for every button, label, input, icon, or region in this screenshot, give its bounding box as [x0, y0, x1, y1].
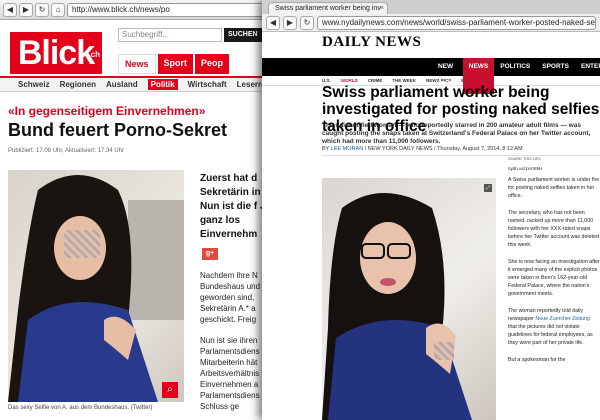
body-paragraph: But a spokesman for the	[508, 356, 566, 363]
article-photo[interactable]	[322, 178, 496, 420]
article-body: A Swiss parliament worker is under fire …	[508, 176, 600, 372]
reload-icon[interactable]: ↻	[300, 15, 314, 30]
pixelated-face	[64, 230, 100, 258]
author-link[interactable]: LEE MORAN	[331, 146, 363, 152]
dailynews-address-bar[interactable]: www.nydailynews.com/news/world/swiss-par…	[317, 15, 596, 30]
nav-item-news[interactable]: News	[118, 54, 156, 74]
selfie-illustration	[322, 193, 472, 420]
subnav-item-crime[interactable]: CRIME	[368, 78, 383, 83]
subnav-item-ausland[interactable]: Ausland	[106, 80, 138, 89]
article-kicker: «In gegenseitigem Einvernehmen»	[8, 104, 206, 118]
forward-icon[interactable]: ▶	[19, 2, 33, 17]
blick-browser-window: ◀ ▶ ↻ ⌂ http://www.blick.ch/news/po Blic…	[0, 0, 274, 420]
photo-caption: Das sexy Selfie von A. aus dem Bundeshau…	[8, 405, 153, 411]
reload-icon[interactable]: ↻	[35, 2, 49, 17]
nav-item-people[interactable]: Peop	[195, 54, 230, 74]
back-icon[interactable]: ◀	[3, 2, 17, 17]
body-paragraph: She is now facing an investigation after…	[508, 258, 600, 298]
article-meta: Publiziert: 17.08 Uhr, Aktualisiert: 17.…	[8, 148, 125, 154]
subnav-item-wirtschaft[interactable]: Wirtschaft	[188, 80, 227, 89]
close-tab-icon[interactable]: ×	[380, 3, 384, 14]
share-label: SHARE THIS URL	[508, 156, 542, 161]
subnav-item-regionen[interactable]: Regionen	[60, 80, 96, 89]
subnav-item-us[interactable]: U.S.	[322, 78, 331, 83]
article-headline: Bund feuert Porno-Sekret	[8, 120, 228, 140]
pixelated-area	[434, 342, 454, 360]
article-byline: BY LEE MORAN / NEW YORK DAILY NEWS / Thu…	[322, 146, 600, 156]
subnav-item-politik[interactable]: Politik	[147, 79, 178, 90]
blick-address-bar[interactable]: http://www.blick.ch/news/po	[67, 2, 270, 17]
article-dek: The unidentified woman — who reportedly …	[322, 122, 591, 145]
selfie-illustration	[8, 175, 184, 402]
zoom-icon[interactable]: ⌕	[162, 382, 178, 398]
dailynews-logo[interactable]: DAILY NEWS	[322, 34, 421, 51]
nav-item-sport[interactable]: Sport	[157, 54, 194, 74]
newspaper-link[interactable]: Neue Zuercher Zeitung	[535, 316, 589, 322]
subnav-item-the-week[interactable]: THE WEEK	[392, 78, 416, 83]
home-icon[interactable]: ⌂	[51, 2, 65, 17]
dailynews-nav: DAILY NEWS NEW YORK NEWS POLITICS SPORTS…	[262, 34, 600, 94]
google-plus-icon[interactable]: g+	[202, 248, 218, 260]
article-photo[interactable]	[8, 170, 184, 402]
tab-dailynews-article[interactable]: Swiss parliament worker being inv ×	[268, 2, 388, 14]
blick-logo[interactable]: Blick ch	[10, 32, 102, 74]
blick-search-input[interactable]: Suchbegriff...	[118, 28, 222, 42]
subnav-item-schweiz[interactable]: Schweiz	[18, 80, 50, 89]
dailynews-browser-window: Swiss parliament worker being inv × ◀ ▶ …	[262, 0, 600, 420]
body-paragraph: A Swiss parliament worker is under fire …	[508, 177, 600, 200]
expand-photo-icon[interactable]: ⤢	[484, 184, 492, 192]
blick-browser-toolbar: ◀ ▶ ↻ ⌂ http://www.blick.ch/news/po	[0, 0, 273, 20]
tab-strip: Swiss parliament worker being inv ×	[262, 0, 600, 14]
blick-main-nav: News Sport Peop	[118, 54, 231, 74]
blick-sub-nav: Schweiz Regionen Ausland Politik Wirtsch…	[0, 76, 273, 92]
body-paragraph: The secretary, who has not been named, r…	[508, 209, 599, 249]
subnav-item-world[interactable]: WORLD	[341, 78, 358, 83]
short-url[interactable]: nydn.us/1xVnt9H	[508, 166, 542, 171]
forward-icon[interactable]: ▶	[283, 15, 297, 30]
body-paragraph: The woman reportedly told daily newspape…	[508, 307, 593, 347]
dailynews-browser-toolbar: ◀ ▶ ↻ www.nydailynews.com/news/world/swi…	[262, 14, 600, 32]
back-icon[interactable]: ◀	[266, 15, 280, 30]
